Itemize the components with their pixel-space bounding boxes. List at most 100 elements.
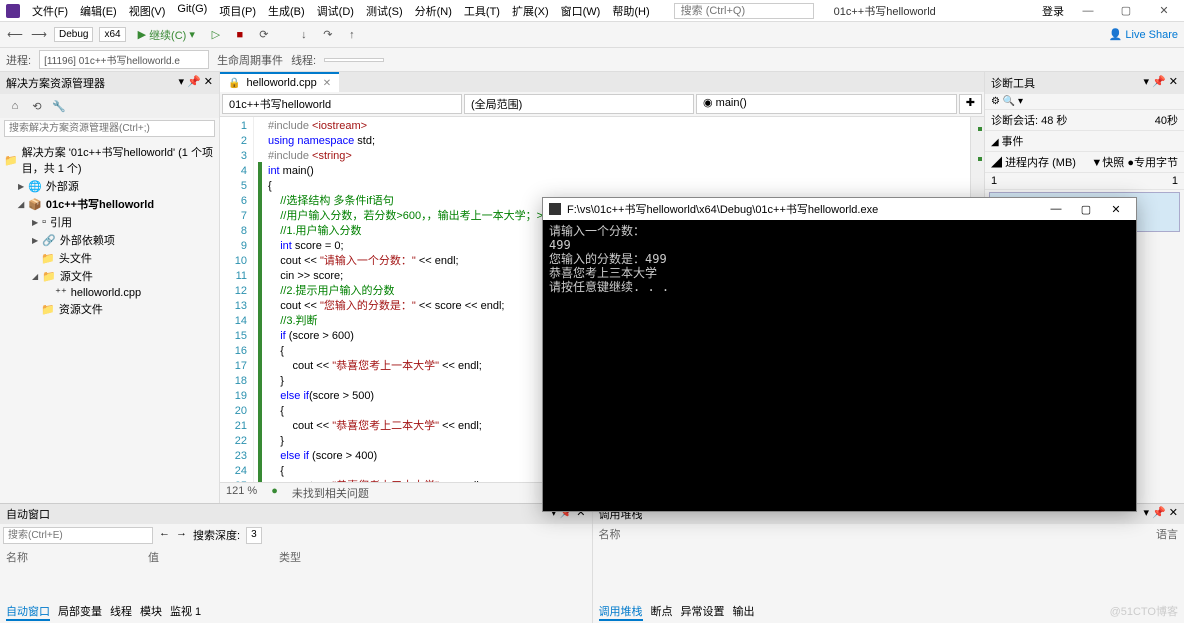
menu-item[interactable]: 帮助(H) bbox=[608, 1, 653, 21]
menu-item[interactable]: 文件(F) bbox=[28, 1, 72, 21]
maximize-icon[interactable]: ▢ bbox=[1112, 4, 1140, 17]
breadcrumb[interactable]: 01c++书写helloworld bbox=[222, 94, 462, 114]
change-marks bbox=[254, 117, 264, 482]
tree-item[interactable]: ▶ 🔗 外部依赖项 bbox=[4, 231, 215, 249]
menu-item[interactable]: 扩展(X) bbox=[508, 1, 553, 21]
main-menu: 文件(F)编辑(E)视图(V)Git(G)项目(P)生成(B)调试(D)测试(S… bbox=[28, 1, 654, 21]
login-link[interactable]: 登录 bbox=[1042, 3, 1064, 19]
bottom-tab[interactable]: 自动窗口 bbox=[6, 603, 50, 621]
events-header[interactable]: ◢ 事件 bbox=[985, 131, 1184, 152]
bottom-tab[interactable]: 线程 bbox=[110, 603, 132, 621]
menu-item[interactable]: 视图(V) bbox=[125, 1, 170, 21]
forward-icon[interactable]: ⟶ bbox=[30, 26, 48, 44]
solution-title: 01c++书写helloworld bbox=[834, 3, 936, 19]
console-path: F:\vs\01c++书写helloworld\x64\Debug\01c++书… bbox=[567, 201, 878, 217]
back-icon[interactable]: ⟵ bbox=[6, 26, 24, 44]
menu-item[interactable]: 分析(N) bbox=[411, 1, 456, 21]
bottom-tab[interactable]: 调用堆栈 bbox=[599, 603, 643, 621]
project-node[interactable]: ◢ 📦 01c++书写helloworld bbox=[4, 195, 215, 213]
zoom-level[interactable]: 121 % bbox=[226, 485, 257, 501]
start-no-debug-icon[interactable]: ▷ bbox=[207, 26, 225, 44]
minimize-icon[interactable]: — bbox=[1042, 203, 1070, 216]
main-toolbar: ⟵ ⟶ Debug x64 ▶ 继续(C) ▾ ▷ ■ ⟳ ↓ ↷ ↑ 👤 Li… bbox=[0, 22, 1184, 48]
panel-title: 自动窗口 bbox=[6, 506, 50, 522]
depth-select[interactable]: 3 bbox=[246, 527, 262, 544]
solution-explorer: 解决方案资源管理器 ▾ 📌 ✕ ⌂ ⟲ 🔧 📁 解决方案 '01c++书写hell… bbox=[0, 72, 220, 503]
console-titlebar[interactable]: F:\vs\01c++书写helloworld\x64\Debug\01c++书… bbox=[543, 198, 1136, 220]
menu-item[interactable]: 测试(S) bbox=[362, 1, 407, 21]
breadcrumb[interactable]: (全局范围) bbox=[464, 94, 694, 114]
bottom-tab[interactable]: 输出 bbox=[733, 603, 755, 621]
tree-item[interactable]: 📁 资源文件 bbox=[4, 300, 215, 318]
platform-select[interactable]: x64 bbox=[99, 27, 125, 42]
tree-item[interactable]: ◢ 📁 源文件 bbox=[4, 267, 215, 285]
memory-header[interactable]: ◢ 进程内存 (MB)▼快照 ●专用字节 bbox=[985, 152, 1184, 173]
step-over-icon[interactable]: ↷ bbox=[319, 26, 337, 44]
panel-controls[interactable]: ▾ 📌 ✕ bbox=[1143, 75, 1178, 91]
step-into-icon[interactable]: ↓ bbox=[295, 26, 313, 44]
search-input[interactable] bbox=[674, 3, 814, 19]
thread-select[interactable] bbox=[324, 58, 384, 62]
explorer-toolbar: ⌂ ⟲ 🔧 bbox=[0, 94, 219, 118]
bottom-tab[interactable]: 监视 1 bbox=[170, 603, 201, 621]
debug-toolbar: 进程: [11196] 01c++书写helloworld.e 生命周期事件 线… bbox=[0, 48, 1184, 72]
autos-search-input[interactable] bbox=[3, 527, 153, 544]
title-bar: 文件(F)编辑(E)视图(V)Git(G)项目(P)生成(B)调试(D)测试(S… bbox=[0, 0, 1184, 22]
watermark: @51CTO博客 bbox=[1110, 603, 1178, 619]
process-label: 进程: bbox=[6, 52, 31, 68]
continue-button[interactable]: ▶ 继续(C) ▾ bbox=[132, 25, 201, 45]
step-out-icon[interactable]: ↑ bbox=[343, 26, 361, 44]
callstack-window: 调用堆栈▾ 📌 ✕ 名称语言 调用堆栈断点异常设置输出 bbox=[593, 504, 1184, 623]
maximize-icon[interactable]: ▢ bbox=[1072, 203, 1100, 216]
issues-status[interactable]: 未找到相关问题 bbox=[292, 485, 369, 501]
bottom-tab[interactable]: 局部变量 bbox=[58, 603, 102, 621]
menu-item[interactable]: 生成(B) bbox=[264, 1, 309, 21]
menu-item[interactable]: 窗口(W) bbox=[557, 1, 605, 21]
bottom-tab[interactable]: 异常设置 bbox=[681, 603, 725, 621]
stop-icon[interactable]: ■ bbox=[231, 26, 249, 44]
home-icon[interactable]: ⌂ bbox=[6, 97, 24, 115]
panel-title: 诊断工具 bbox=[991, 75, 1035, 91]
diag-toolbar: ⚙ 🔍 ▾ bbox=[985, 94, 1184, 110]
file-node[interactable]: ⁺⁺ helloworld.cpp bbox=[4, 285, 215, 300]
close-icon[interactable]: ✕ bbox=[1102, 203, 1130, 216]
menu-item[interactable]: 工具(T) bbox=[460, 1, 504, 21]
editor-tab[interactable]: 🔒 helloworld.cpp ✕ bbox=[220, 72, 339, 92]
lifecycle-label: 生命周期事件 bbox=[217, 52, 283, 68]
solution-tree: 📁 解决方案 '01c++书写helloworld' (1 个项目，共 1 个)… bbox=[0, 139, 219, 322]
process-select[interactable]: [11196] 01c++书写helloworld.e bbox=[39, 50, 209, 69]
explorer-search-input[interactable] bbox=[4, 120, 215, 137]
tree-item[interactable]: 📁 头文件 bbox=[4, 249, 215, 267]
thread-label: 线程: bbox=[291, 52, 316, 68]
menu-item[interactable]: 编辑(E) bbox=[76, 1, 121, 21]
panel-title: 解决方案资源管理器 bbox=[6, 75, 105, 91]
menu-item[interactable]: 项目(P) bbox=[215, 1, 260, 21]
refresh-icon[interactable]: ⟳ bbox=[255, 26, 273, 44]
bottom-tab[interactable]: 断点 bbox=[651, 603, 673, 621]
line-gutter: 1234567891011121314151617181920212223242… bbox=[220, 117, 254, 482]
tree-item[interactable]: ▶ 🌐 外部源 bbox=[4, 177, 215, 195]
close-icon[interactable]: ✕ bbox=[1150, 4, 1178, 17]
menu-item[interactable]: Git(G) bbox=[173, 1, 211, 21]
breadcrumb[interactable]: ◉ main() bbox=[696, 94, 957, 114]
console-window: F:\vs\01c++书写helloworld\x64\Debug\01c++书… bbox=[542, 197, 1137, 512]
menu-item[interactable]: 调试(D) bbox=[313, 1, 358, 21]
sync-icon[interactable]: ⟲ bbox=[28, 97, 46, 115]
bottom-tab[interactable]: 模块 bbox=[140, 603, 162, 621]
nav-prev-icon[interactable]: ← bbox=[159, 527, 170, 544]
tab-close-icon[interactable]: ✕ bbox=[323, 78, 331, 89]
split-icon[interactable]: ✚ bbox=[959, 94, 982, 114]
vs-logo-icon bbox=[6, 4, 20, 18]
console-icon bbox=[549, 203, 561, 215]
live-share-button[interactable]: 👤 Live Share bbox=[1109, 28, 1178, 41]
panel-pin-icon[interactable]: ▾ 📌 ✕ bbox=[178, 75, 213, 91]
config-select[interactable]: Debug bbox=[54, 27, 93, 42]
nav-next-icon[interactable]: → bbox=[176, 527, 187, 544]
wrench-icon[interactable]: 🔧 bbox=[50, 97, 68, 115]
autos-window: 自动窗口▾ 📌 ✕ ←→ 搜索深度: 3 名称值类型 自动窗口局部变量线程模块监… bbox=[0, 504, 593, 623]
tree-item[interactable]: ▶ ▫ 引用 bbox=[4, 213, 215, 231]
session-time: 诊断会话: 48 秒 bbox=[991, 115, 1067, 127]
minimize-icon[interactable]: — bbox=[1074, 5, 1102, 17]
solution-node[interactable]: 📁 解决方案 '01c++书写helloworld' (1 个项目，共 1 个) bbox=[4, 143, 215, 177]
console-output: 请输入一个分数： 499 您输入的分数是：499 恭喜您考上三本大学 请按任意键… bbox=[543, 220, 1136, 298]
